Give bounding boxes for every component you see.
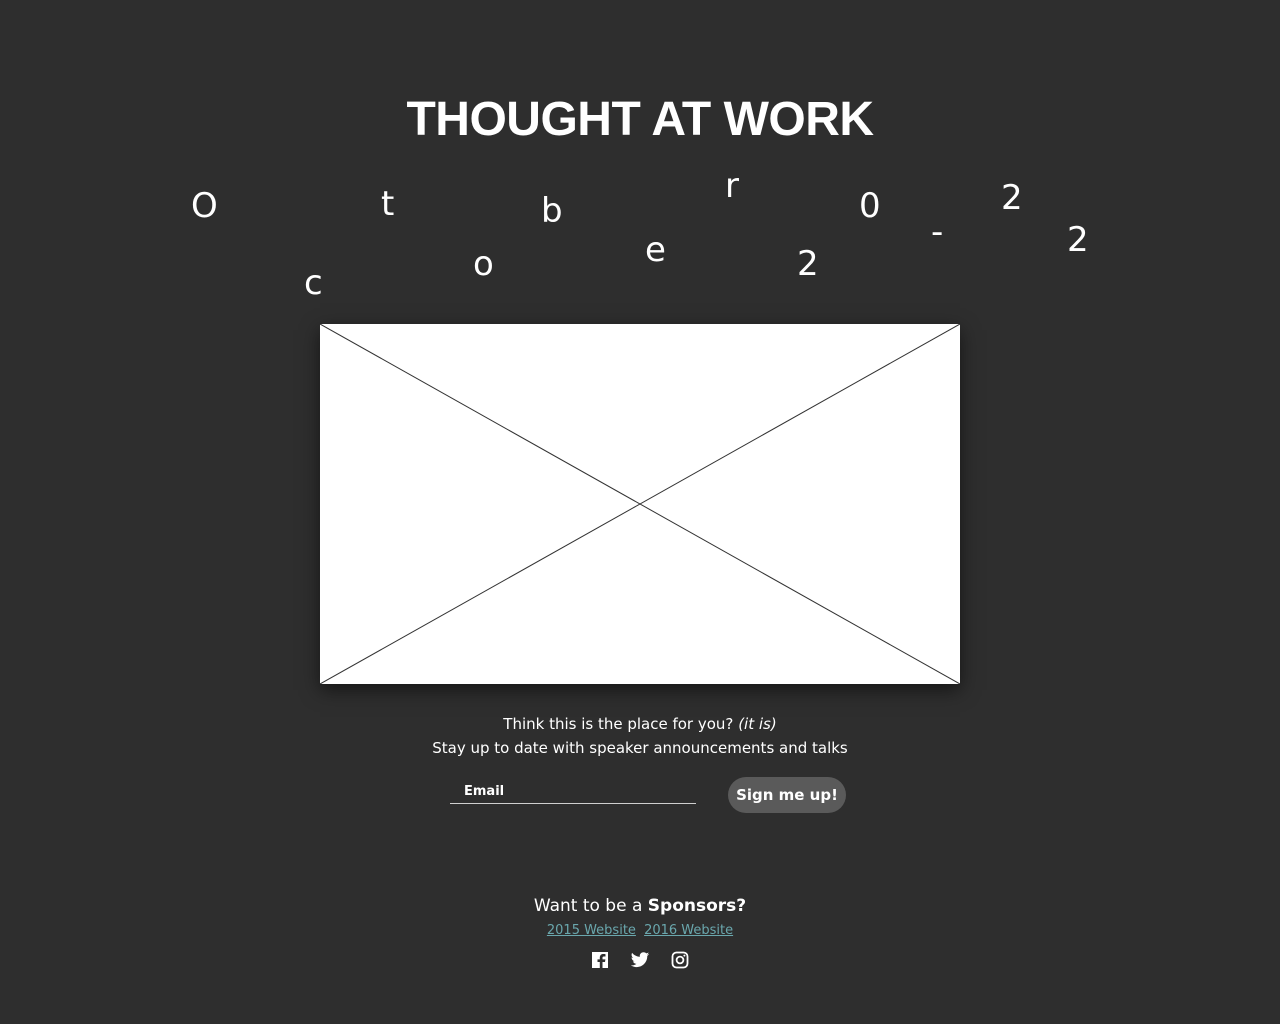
date-char: b <box>541 191 563 231</box>
facebook-icon[interactable] <box>590 950 610 970</box>
social-links <box>0 950 1280 972</box>
date-banner: O c t o b e r 2 0 - 2 2 <box>0 0 1280 320</box>
email-field-wrapper <box>450 780 696 804</box>
date-char: 0 <box>859 186 881 226</box>
sponsor-prompt: Want to be a Sponsors? <box>0 894 1280 918</box>
page: THOUGHT AT WORK O c t o b e r 2 0 - 2 2 … <box>0 0 1280 1024</box>
signup-tagline: Think this is the place for you? (it is)… <box>0 712 1280 760</box>
tagline-line-2: Stay up to date with speaker announcemen… <box>432 739 848 757</box>
date-char: - <box>931 212 944 252</box>
date-char: c <box>304 263 323 303</box>
date-char: 2 <box>797 244 819 284</box>
sponsor-link[interactable]: Sponsors? <box>648 896 746 916</box>
date-char: e <box>645 230 666 270</box>
email-input[interactable] <box>450 780 696 803</box>
date-char: r <box>725 166 739 206</box>
hero-image-placeholder <box>320 324 960 684</box>
tagline-aside: (it is) <box>738 715 777 733</box>
instagram-icon[interactable] <box>670 950 690 970</box>
tagline-line-1: Think this is the place for you? (it is) <box>0 712 1280 736</box>
sign-up-button[interactable]: Sign me up! <box>728 777 846 813</box>
date-char: o <box>473 244 494 284</box>
date-char: 2 <box>1067 220 1089 260</box>
past-websites: 2015 Website 2016 Website <box>0 922 1280 940</box>
twitter-icon[interactable] <box>630 950 650 970</box>
date-char: 2 <box>1001 178 1023 218</box>
tagline-question: Think this is the place for you? <box>503 715 734 733</box>
link-2016-website[interactable]: 2016 Website <box>644 923 733 938</box>
placeholder-cross-icon <box>320 324 960 684</box>
date-char: t <box>381 184 395 224</box>
sponsor-prefix: Want to be a <box>533 896 643 916</box>
date-char: O <box>191 186 218 226</box>
link-2015-website[interactable]: 2015 Website <box>547 923 636 938</box>
